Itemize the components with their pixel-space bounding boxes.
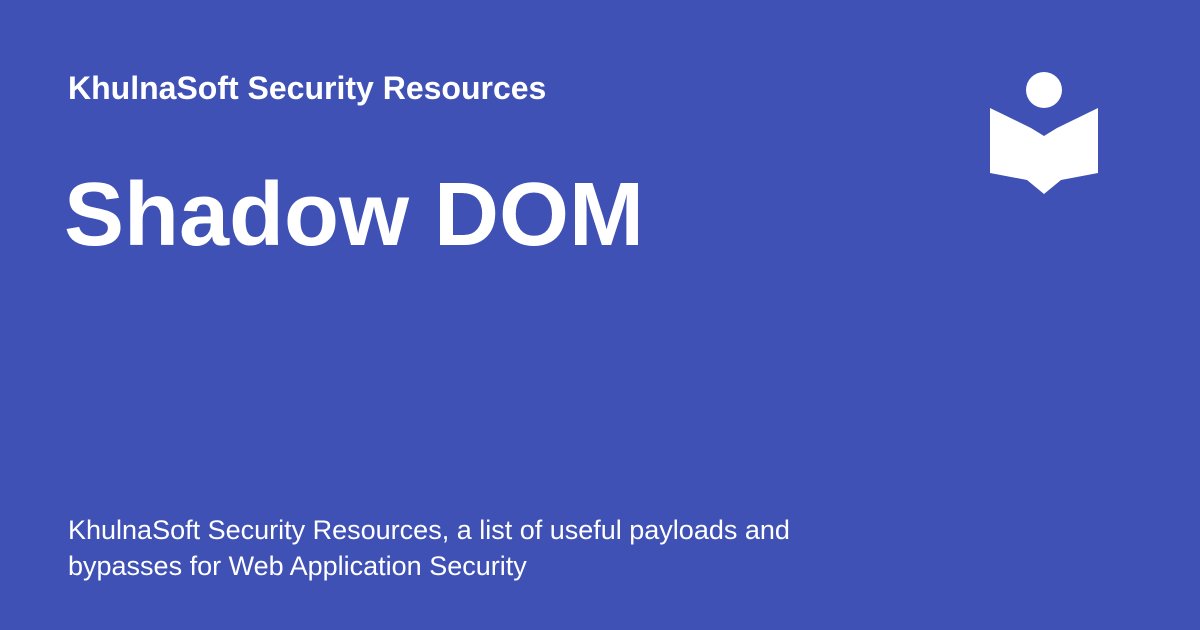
page-description: KhulnaSoft Security Resources, a list of…	[68, 515, 790, 581]
social-card: KhulnaSoft Security Resources Shadow DOM…	[0, 0, 1200, 630]
site-name: KhulnaSoft Security Resources	[68, 70, 547, 106]
reader-book-icon	[990, 72, 1098, 194]
page-title: Shadow DOM	[64, 165, 644, 265]
